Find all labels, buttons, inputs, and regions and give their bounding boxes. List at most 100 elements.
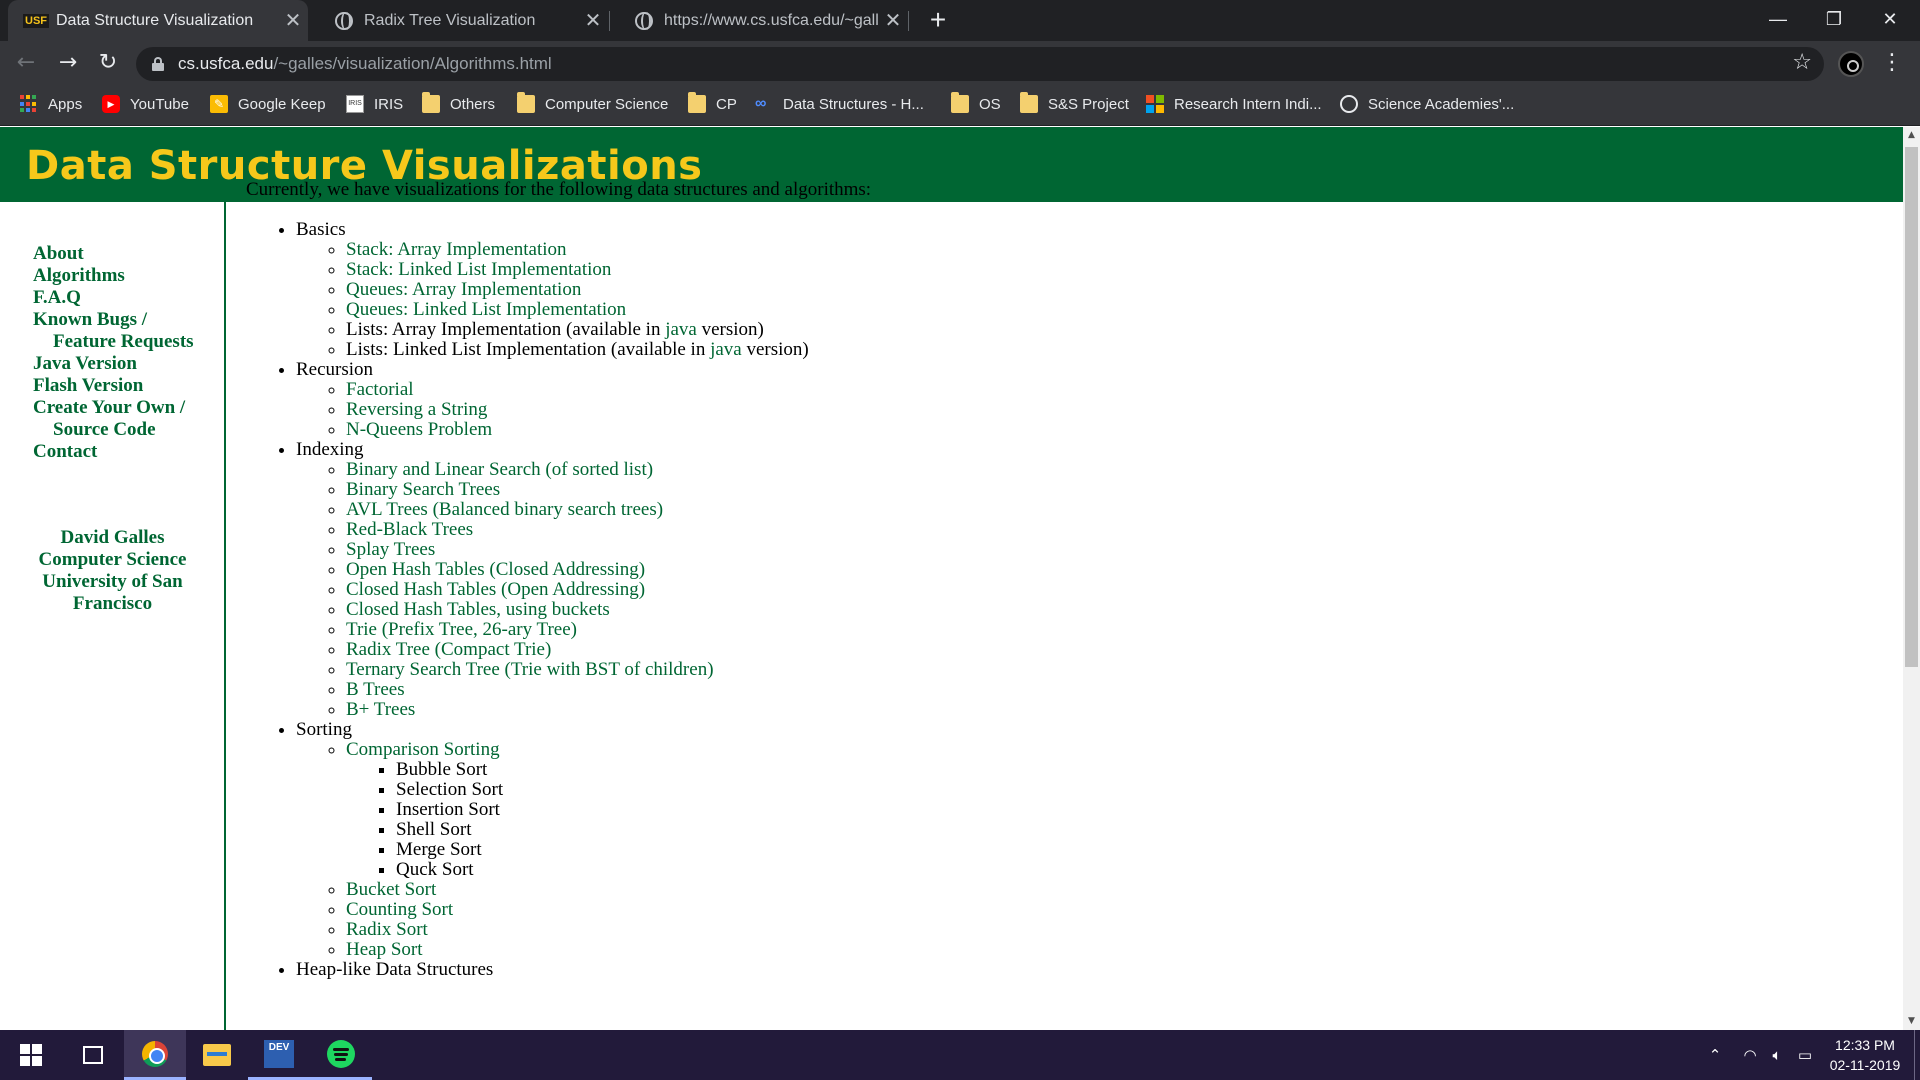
folder-icon	[422, 92, 440, 113]
list-item: Bubble Sort	[396, 760, 1866, 780]
link-heap-sort[interactable]: Heap Sort	[346, 939, 423, 960]
link-splay-trees[interactable]: Splay Trees	[346, 539, 435, 560]
bookmark-label: YouTube	[130, 95, 189, 113]
link-closed-hash[interactable]: Closed Hash Tables (Open Addressing)	[346, 579, 645, 600]
page-scrollbar[interactable]: ▲ ▼	[1903, 127, 1920, 1030]
close-tab-icon[interactable]: ✕	[278, 8, 308, 33]
bookmark-label: Others	[450, 95, 496, 113]
bookmark-research-intern[interactable]: Research Intern Indi...	[1146, 95, 1322, 113]
link-counting-sort[interactable]: Counting Sort	[346, 899, 453, 920]
topic-title: Basics	[296, 219, 346, 240]
link-bst[interactable]: Binary Search Trees	[346, 479, 500, 500]
scroll-up-icon[interactable]: ▲	[1903, 127, 1920, 144]
back-button[interactable]: ←	[10, 47, 42, 79]
link-queue-linked-list[interactable]: Queues: Linked List Implementation	[346, 299, 626, 320]
link-radix-sort[interactable]: Radix Sort	[346, 919, 428, 940]
sidebar-link-flash-version[interactable]: Flash Version	[33, 375, 194, 397]
bookmark-apps[interactable]: Apps	[20, 95, 82, 113]
globe-icon	[334, 11, 354, 31]
globe-icon	[634, 11, 654, 31]
forward-button[interactable]: →	[52, 47, 84, 79]
tab-separator	[908, 11, 909, 31]
link-avl-trees[interactable]: AVL Trees (Balanced binary search trees)	[346, 499, 663, 520]
sidebar-link-create-your-own[interactable]: Create Your Own / Source Code	[33, 397, 194, 441]
battery-icon[interactable]: ▭	[1790, 1030, 1820, 1080]
sidebar-link-faq[interactable]: F.A.Q	[33, 287, 194, 309]
taskbar-dev-cpp[interactable]: DEV	[248, 1030, 310, 1080]
tab-usfca-url[interactable]: https://www.cs.usfca.edu/~galles ✕	[610, 0, 908, 41]
reload-button[interactable]: ↻	[92, 47, 124, 79]
bookmark-data-structures[interactable]: ∞ Data Structures - H...	[755, 95, 924, 113]
taskbar-file-explorer[interactable]	[186, 1030, 248, 1080]
wifi-icon[interactable]: ◠	[1735, 1030, 1765, 1080]
new-tab-button[interactable]: +	[922, 4, 954, 36]
link-radix-tree[interactable]: Radix Tree (Compact Trie)	[346, 639, 551, 660]
link-ternary-search-tree[interactable]: Ternary Search Tree (Trie with BST of ch…	[346, 659, 714, 680]
link-b-trees[interactable]: B Trees	[346, 679, 405, 700]
chevron-up-icon[interactable]: ⌃	[1700, 1030, 1730, 1080]
bookmark-label: Computer Science	[545, 95, 669, 113]
restore-button[interactable]: ❐	[1806, 0, 1862, 41]
bookmark-iris[interactable]: IRIS IRIS	[346, 95, 403, 113]
close-tab-icon[interactable]: ✕	[878, 8, 908, 33]
bookmark-ss-project[interactable]: S&S Project	[1020, 92, 1129, 113]
sidebar-link-known-bugs[interactable]: Known Bugs / Feature Requests	[33, 309, 194, 353]
sidebar-link-contact[interactable]: Contact	[33, 441, 194, 463]
link-factorial[interactable]: Factorial	[346, 379, 414, 400]
link-stack-array[interactable]: Stack: Array Implementation	[346, 239, 567, 260]
link-comparison-sorting[interactable]: Comparison Sorting	[346, 739, 500, 760]
close-tab-icon[interactable]: ✕	[578, 8, 608, 33]
link-stack-linked-list[interactable]: Stack: Linked List Implementation	[346, 259, 611, 280]
link-queue-array[interactable]: Queues: Array Implementation	[346, 279, 581, 300]
link-binary-linear-search[interactable]: Binary and Linear Search (of sorted list…	[346, 459, 653, 480]
list-item: Closed Hash Tables (Open Addressing)	[346, 580, 1866, 600]
taskbar-chrome[interactable]	[124, 1030, 186, 1080]
bookmark-computer-science[interactable]: Computer Science	[517, 92, 669, 113]
volume-icon[interactable]: 🔈︎	[1762, 1030, 1792, 1080]
extension-icon[interactable]	[1838, 51, 1864, 77]
list-item: Factorial	[346, 380, 1866, 400]
topic-indexing: Indexing Binary and Linear Search (of so…	[296, 440, 1866, 720]
taskbar-spotify[interactable]	[310, 1030, 372, 1080]
link-open-hash[interactable]: Open Hash Tables (Closed Addressing)	[346, 559, 645, 580]
list-item: Open Hash Tables (Closed Addressing)	[346, 560, 1866, 580]
chrome-menu-icon[interactable]: ⋮	[1880, 47, 1904, 79]
link-closed-hash-buckets[interactable]: Closed Hash Tables, using buckets	[346, 599, 610, 620]
link-java[interactable]: java	[665, 319, 697, 340]
link-trie[interactable]: Trie (Prefix Tree, 26-ary Tree)	[346, 619, 577, 640]
bookmark-science-academies[interactable]: Science Academies'...	[1340, 95, 1514, 113]
link-red-black-trees[interactable]: Red-Black Trees	[346, 519, 473, 540]
link-reversing-string[interactable]: Reversing a String	[346, 399, 487, 420]
tab-radix-tree-visualization[interactable]: Radix Tree Visualization ✕	[310, 0, 608, 41]
start-button[interactable]	[0, 1030, 62, 1080]
close-window-button[interactable]: ✕	[1862, 0, 1918, 41]
address-bar[interactable]: cs.usfca.edu/~galles/visualization/Algor…	[136, 47, 1824, 81]
author-name: David Galles	[60, 527, 165, 548]
sidebar-link-about[interactable]: About	[33, 243, 194, 265]
browser-tab-strip: USF Data Structure Visualization ✕ Radix…	[0, 0, 1920, 41]
item-text: version)	[741, 339, 809, 360]
scroll-down-icon[interactable]: ▼	[1903, 1013, 1920, 1030]
task-view-button[interactable]	[62, 1030, 124, 1080]
minimize-button[interactable]: —	[1750, 0, 1806, 41]
sidebar-link-algorithms[interactable]: Algorithms	[33, 265, 194, 287]
system-clock[interactable]: 12:33 PM 02-11-2019	[1820, 1035, 1910, 1075]
link-bucket-sort[interactable]: Bucket Sort	[346, 879, 436, 900]
bookmark-star-icon[interactable]: ☆	[1792, 50, 1812, 75]
bookmark-label: Apps	[48, 95, 83, 113]
url-text[interactable]: cs.usfca.edu/~galles/visualization/Algor…	[178, 54, 552, 74]
list-item: Counting Sort	[346, 900, 1866, 920]
bookmark-youtube[interactable]: ▶ YouTube	[102, 95, 189, 113]
link-n-queens[interactable]: N-Queens Problem	[346, 419, 492, 440]
link-java[interactable]: java	[710, 339, 742, 360]
bookmark-cp[interactable]: CP	[688, 92, 737, 113]
bookmark-os[interactable]: OS	[951, 92, 1001, 113]
scrollbar-thumb[interactable]	[1905, 147, 1918, 667]
bookmark-label: Data Structures - H...	[783, 95, 924, 113]
link-b-plus-trees[interactable]: B+ Trees	[346, 699, 415, 720]
show-desktop-button[interactable]	[1914, 1030, 1915, 1080]
sidebar-link-java-version[interactable]: Java Version	[33, 353, 194, 375]
tab-data-structure-visualization[interactable]: USF Data Structure Visualization ✕	[8, 0, 308, 41]
bookmark-others[interactable]: Others	[422, 92, 496, 113]
bookmark-google-keep[interactable]: ✎ Google Keep	[210, 95, 326, 113]
